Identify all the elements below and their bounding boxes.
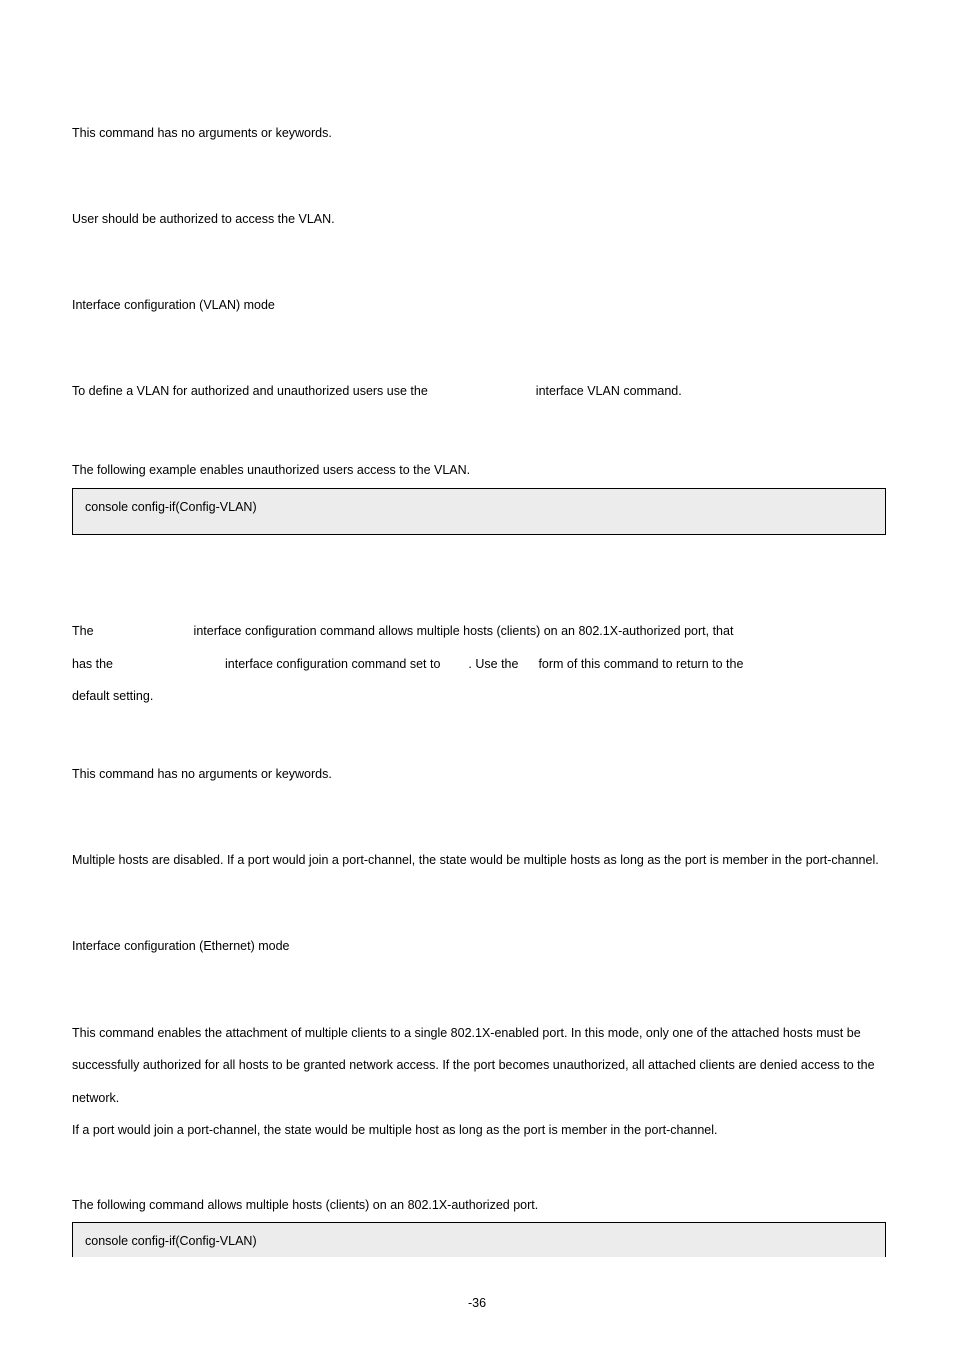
example-intro-2: The following command allows multiple ho… (72, 1197, 886, 1215)
guideline-1: To define a VLAN for authorized and unau… (72, 376, 886, 406)
desc-p3: default setting. (72, 689, 153, 703)
desc-2: The interface configuration command allow… (72, 615, 886, 713)
guideline-pre: To define a VLAN for authorized and unau… (72, 384, 428, 398)
spacer (72, 262, 886, 290)
desc-p1b: interface configuration command allows m… (194, 624, 734, 638)
mode-text-1: Interface configuration (VLAN) mode (72, 290, 886, 320)
example-intro-1: The following example enables unauthoriz… (72, 462, 886, 480)
guidelines-p2: If a port would join a port-channel, the… (72, 1123, 718, 1137)
syntax-text-2: This command has no arguments or keyword… (72, 759, 886, 789)
code-text-2: console config-if(Config-VLAN) (85, 1234, 257, 1248)
default-text-2: Multiple hosts are disabled. If a port w… (72, 845, 886, 875)
desc-p2c: . Use the (468, 657, 518, 671)
code-text-1: console config-if(Config-VLAN) (85, 500, 257, 514)
default-text-1: User should be authorized to access the … (72, 204, 886, 234)
syntax-text-1: This command has no arguments or keyword… (72, 118, 886, 148)
code-box-2: console config-if(Config-VLAN) (72, 1222, 886, 1257)
spacer (72, 903, 886, 931)
spacer (72, 1151, 886, 1197)
code-box-1: console config-if(Config-VLAN) (72, 488, 886, 536)
spacer (72, 817, 886, 845)
spacer (72, 541, 886, 587)
spacer (72, 713, 886, 759)
desc-p2b: interface configuration command set to (225, 657, 440, 671)
guidelines-2: This command enables the attachment of m… (72, 1017, 886, 1147)
spacer (72, 989, 886, 1017)
spacer (72, 587, 886, 615)
guidelines-p1: This command enables the attachment of m… (72, 1026, 875, 1105)
spacer (72, 434, 886, 462)
mode-text-2: Interface configuration (Ethernet) mode (72, 931, 886, 961)
page-number: -36 (0, 1295, 954, 1313)
desc-p2d: form of this command to return to the (538, 657, 743, 671)
desc-p2a: has the (72, 657, 113, 671)
spacer (72, 348, 886, 376)
page: This command has no arguments or keyword… (0, 0, 954, 1350)
desc-p1a: The (72, 624, 94, 638)
spacer (72, 176, 886, 204)
guideline-post: interface VLAN command. (536, 384, 682, 398)
